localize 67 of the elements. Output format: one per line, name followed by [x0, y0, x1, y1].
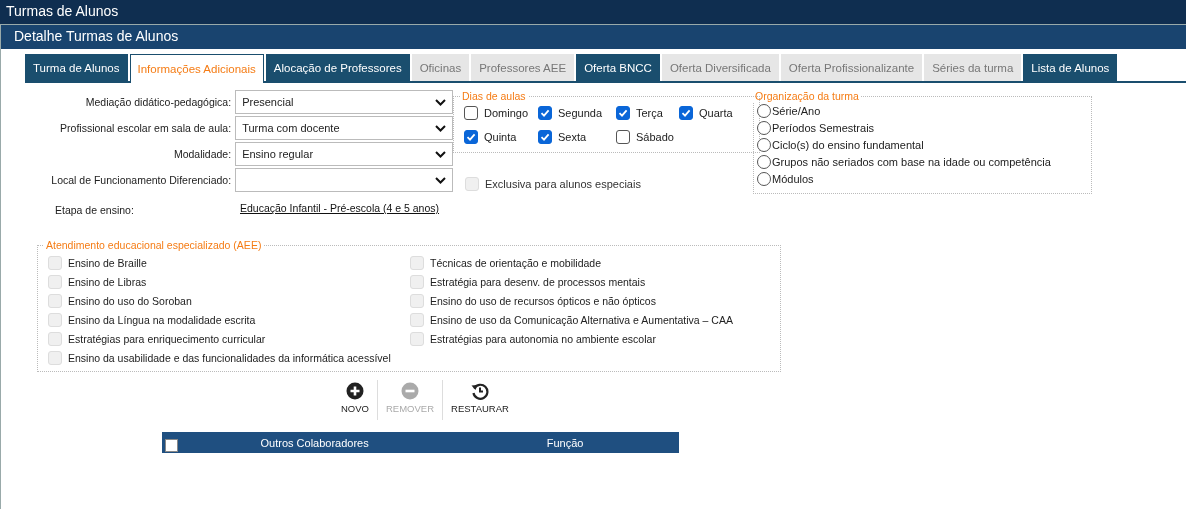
field-label: Local de Funcionamento Diferenciado:: [50, 174, 233, 186]
chevron-down-icon: [435, 98, 446, 106]
checkbox-label: Quinta: [484, 131, 517, 143]
toolbar-button[interactable]: NOVO: [333, 380, 377, 420]
column-header[interactable]: Função: [451, 436, 679, 449]
checkbox-label: Ensino da usabilidade e das funcionalidades da informática acessível: [68, 351, 391, 364]
checkbox-label: Sábado: [636, 131, 674, 143]
group-title: Atendimento educacional especializado (AEE): [45, 239, 263, 251]
checkbox-label: Estratégia para desenv. de processos mentais: [430, 275, 646, 288]
checkbox[interactable]: [464, 130, 478, 144]
select-field[interactable]: Turma com docente: [235, 116, 453, 140]
checkbox-label: Ensino de uso da Comunicação Alternativa e Aumentativa – CAA: [430, 313, 733, 326]
plus-circle-icon: [346, 382, 364, 400]
checkbox-label: Segunda: [558, 107, 603, 119]
field-label: Etapa de ensino:: [54, 204, 135, 216]
restore-icon: [470, 382, 489, 400]
radio-label: Ciclo(s) do ensino fundamental: [772, 138, 924, 151]
radio-button[interactable]: [757, 171, 771, 186]
field-label: Mediação didático-pedagógica:: [84, 96, 233, 108]
checkbox-label: Domingo: [484, 107, 529, 119]
radio-button[interactable]: [757, 154, 771, 169]
checkbox[interactable]: [616, 106, 630, 120]
select-field[interactable]: Presencial: [235, 90, 453, 114]
checkbox-label: Sexta: [558, 131, 587, 143]
checkbox-label: Estratégias para autonomia no ambiente escolar: [430, 332, 656, 345]
field-label: Profissional escolar em sala de aula:: [59, 122, 233, 134]
toolbar-button[interactable]: RESTAURAR: [442, 380, 517, 420]
checkbox[interactable]: [538, 130, 552, 144]
select-field[interactable]: [235, 168, 453, 192]
checkbox-label: Estratégias para enriquecimento curricular: [68, 332, 266, 345]
checkbox[interactable]: [616, 130, 630, 144]
group-title: Dias de aulas: [461, 90, 527, 102]
checkbox-label: Terça: [636, 107, 663, 119]
column-header[interactable]: Outros Colaboradores: [178, 436, 452, 449]
checkbox-label: Ensino do uso do Soroban: [68, 294, 192, 307]
checkbox-label: Ensino de Libras: [68, 275, 147, 288]
radio-button[interactable]: [757, 137, 771, 152]
checkbox-label: Ensino de Braille: [68, 256, 147, 269]
checkbox-label: Quarta: [699, 107, 733, 119]
tab[interactable]: Lista de Alunos: [1023, 54, 1118, 81]
radio-label: Grupos não seriados com base na idade ou competência: [772, 155, 1051, 168]
radio-button[interactable]: [757, 103, 771, 118]
select-field[interactable]: Ensino regular: [235, 142, 453, 166]
radio-button[interactable]: [757, 120, 771, 135]
checkbox-label: Ensino da Língua na modalidade escrita: [68, 313, 256, 326]
select-all-checkbox[interactable]: [165, 439, 178, 452]
checkbox-label: Técnicas de orientação e mobilidade: [430, 256, 602, 269]
field-label: Modalidade:: [172, 148, 233, 160]
checkbox-label: Ensino do uso de recursos ópticos e não ópticos: [430, 294, 656, 307]
checkbox[interactable]: [464, 106, 478, 120]
radio-label: Módulos: [772, 172, 814, 185]
chevron-down-icon: [435, 176, 446, 184]
panel-title: Detalhe Turmas de Alunos: [1, 25, 1186, 49]
radio-label: Períodos Semestrais: [772, 121, 875, 134]
window-title: Turmas de Alunos: [0, 0, 1186, 24]
tab[interactable]: Oferta BNCC: [576, 54, 660, 81]
checkbox-label: Exclusiva para alunos especiais: [485, 178, 641, 190]
minus-circle-icon: [401, 382, 419, 400]
chevron-down-icon: [435, 150, 446, 158]
group-title: Organização da turma: [754, 90, 860, 102]
checkbox[interactable]: [538, 106, 552, 120]
chevron-down-icon: [435, 124, 446, 132]
checkbox[interactable]: [679, 106, 693, 120]
stage-link[interactable]: Educação Infantil - Pré-escola (4 e 5 anos): [240, 202, 440, 214]
radio-label: Série/Ano: [772, 104, 821, 117]
tab[interactable]: Turma de Alunos: [25, 54, 128, 81]
tab[interactable]: Alocação de Professores: [265, 54, 410, 81]
